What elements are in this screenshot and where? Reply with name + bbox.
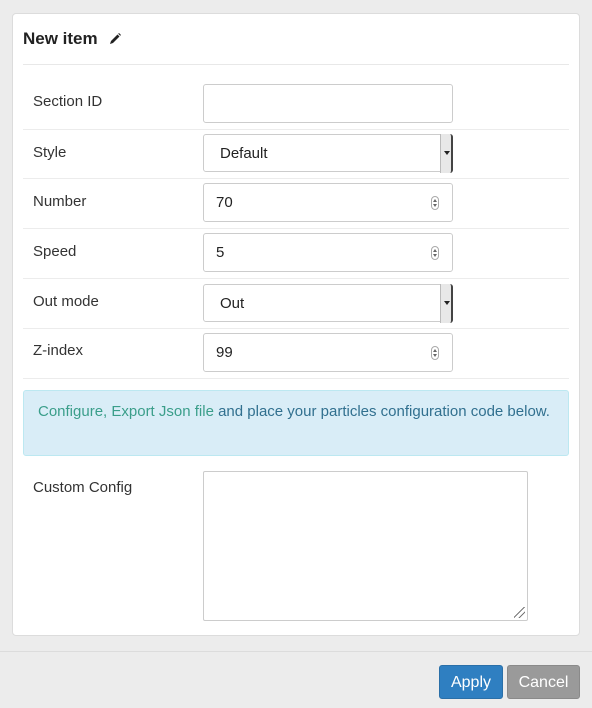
resize-handle-icon[interactable] [514, 607, 525, 618]
custom-config-textarea[interactable] [203, 471, 528, 621]
item-editor-panel: New item Section ID Style Default Number… [12, 13, 580, 636]
custom-config-label: Custom Config [33, 479, 133, 496]
form-row-style: Style Default [23, 130, 569, 179]
z-index-value: 99 [216, 344, 233, 361]
apply-button[interactable]: Apply [439, 665, 503, 699]
style-label: Style [33, 144, 67, 161]
form-row-z-index: Z-index 99 [23, 329, 569, 379]
info-alert: Configure, Export Json file and place yo… [23, 390, 569, 456]
out-mode-select[interactable]: Out [203, 284, 453, 323]
speed-label: Speed [33, 243, 77, 260]
form-row-out-mode: Out mode Out [23, 279, 569, 329]
out-mode-value: Out [220, 295, 245, 312]
style-value: Default [220, 145, 268, 162]
form-row-section-id: Section ID [23, 65, 569, 130]
form-row-number: Number 70 [23, 179, 569, 229]
z-index-input[interactable]: 99 [203, 333, 453, 372]
cancel-button[interactable]: Cancel [507, 665, 580, 699]
speed-value: 5 [216, 244, 225, 261]
chevron-down-icon[interactable] [440, 284, 453, 323]
panel-header: New item [23, 14, 569, 65]
spinner-icon[interactable] [431, 196, 439, 210]
info-text: and place your particles configuration c… [213, 403, 550, 420]
configure-export-link[interactable]: Configure, Export Json file [38, 403, 214, 420]
chevron-down-icon[interactable] [440, 134, 453, 173]
section-id-label: Section ID [33, 93, 103, 110]
number-input[interactable]: 70 [203, 183, 453, 222]
pencil-icon[interactable] [108, 32, 122, 46]
dialog-footer: Apply Cancel [0, 651, 592, 708]
form-row-speed: Speed 5 [23, 229, 569, 279]
section-id-input[interactable] [203, 84, 453, 123]
z-index-label: Z-index [33, 342, 84, 359]
style-select[interactable]: Default [203, 134, 453, 173]
speed-input[interactable]: 5 [203, 233, 453, 272]
number-label: Number [33, 193, 87, 210]
out-mode-label: Out mode [33, 293, 99, 310]
panel-title: New item [23, 29, 98, 48]
spinner-icon[interactable] [431, 246, 439, 260]
spinner-icon[interactable] [431, 346, 439, 360]
number-value: 70 [216, 194, 233, 211]
